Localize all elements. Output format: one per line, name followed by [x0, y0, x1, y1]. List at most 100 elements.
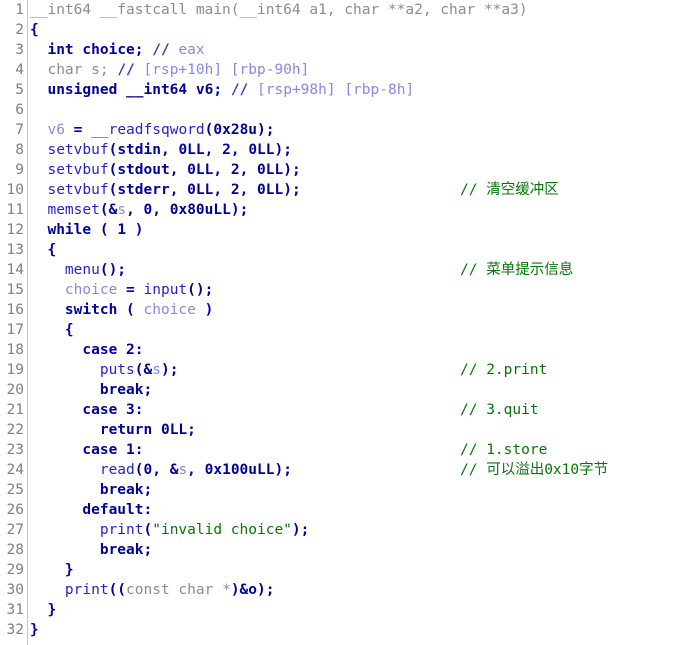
trailing-comment[interactable]: // 2.print [460, 360, 547, 380]
code-line[interactable]: 18 case 2: [0, 340, 685, 360]
code-text[interactable]: v6 = __readfsqword(0x28u); [26, 120, 274, 140]
code-line[interactable]: 19 puts(&s); // 2.print [0, 360, 685, 380]
code-line[interactable]: 4 char s; // [rsp+10h] [rbp-90h] [0, 60, 685, 80]
line-number: 20 [6, 382, 24, 398]
code-text[interactable]: setvbuf(stdin, 0LL, 2, 0LL); [26, 140, 292, 160]
code-text[interactable]: case 1: [26, 440, 143, 460]
code-text[interactable]: } [26, 620, 39, 640]
code-token: , [126, 202, 144, 218]
line-number: 17 [6, 322, 24, 338]
code-token: case [82, 342, 118, 358]
code-line[interactable]: 12 while ( 1 ) [0, 220, 685, 240]
code-text[interactable]: memset(&s, 0, 0x80uLL); [26, 200, 248, 220]
line-number: 16 [6, 302, 24, 318]
code-text[interactable]: } [26, 560, 74, 580]
code-text[interactable]: while ( 1 ) [26, 220, 143, 240]
code-line[interactable]: 3 int choice; // eax [0, 40, 685, 60]
code-line[interactable]: 16 switch ( choice ) [0, 300, 685, 320]
trailing-comment[interactable]: // 清空缓冲区 [460, 180, 559, 200]
code-token: ; [143, 482, 153, 498]
code-token: , [169, 182, 188, 198]
line-number: 5 [15, 82, 24, 98]
code-line[interactable]: 15 choice = input(); [0, 280, 685, 300]
code-text[interactable]: print((const char *)&o); [26, 580, 275, 600]
code-text[interactable]: switch ( choice ) [26, 300, 213, 320]
code-line[interactable]: 24 read(0, &s, 0x100uLL); // 可以溢出0x10字节 [0, 460, 685, 480]
code-token: // [152, 42, 170, 58]
trailing-comment[interactable]: // 菜单提示信息 [460, 260, 573, 280]
code-text[interactable]: } [26, 600, 56, 620]
code-token: __int64 __fastcall main(__int64 a1, char… [30, 2, 528, 18]
code-line[interactable]: 17 { [0, 320, 685, 340]
code-line[interactable]: 26 default: [0, 500, 685, 520]
code-token: , [204, 142, 223, 158]
code-line[interactable]: 28 break; [0, 540, 685, 560]
code-line[interactable]: 20 break; [0, 380, 685, 400]
code-text[interactable]: __int64 __fastcall main(__int64 a1, char… [26, 0, 528, 20]
code-token: (& [134, 362, 153, 378]
code-line[interactable]: 14 menu(); // 菜单提示信息 [0, 260, 685, 280]
code-text[interactable]: { [26, 240, 56, 260]
code-line[interactable]: 21 case 3: // 3.quit [0, 400, 685, 420]
code-line[interactable]: 11 memset(&s, 0, 0x80uLL); [0, 200, 685, 220]
code-text[interactable]: unsigned __int64 v6; // [rsp+98h] [rbp-8… [26, 80, 414, 100]
code-line[interactable]: 5 unsigned __int64 v6; // [rsp+98h] [rbp… [0, 80, 685, 100]
pseudocode-view[interactable]: 1 __int64 __fastcall main(__int64 a1, cha… [0, 0, 685, 645]
code-text[interactable]: break; [26, 480, 152, 500]
code-line[interactable]: 31 } [0, 600, 685, 620]
line-number: 28 [6, 542, 24, 558]
code-text[interactable]: break; [26, 540, 152, 560]
code-text[interactable]: read(0, &s, 0x100uLL); [26, 460, 292, 480]
code-text[interactable]: return 0LL; [26, 420, 196, 440]
line-number: 13 [6, 242, 24, 258]
code-token: s [117, 202, 127, 218]
code-text[interactable]: setvbuf(stdout, 0LL, 2, 0LL); [26, 160, 300, 180]
code-token: print [64, 582, 109, 598]
code-text[interactable]: char s; // [rsp+10h] [rbp-90h] [26, 60, 309, 80]
code-line[interactable]: 7 v6 = __readfsqword(0x28u); [0, 120, 685, 140]
code-line[interactable]: 22 return 0LL; [0, 420, 685, 440]
code-token: ; [187, 422, 196, 438]
code-line[interactable]: 27 print("invalid choice"); [0, 520, 685, 540]
code-text[interactable]: default: [26, 500, 152, 520]
code-line[interactable]: 29 } [0, 560, 685, 580]
code-line[interactable]: 30 print((const char *)&o); [0, 580, 685, 600]
code-text[interactable]: case 2: [26, 340, 143, 360]
code-line[interactable]: 2{ [0, 20, 685, 40]
code-token: 0LL [257, 162, 284, 178]
trailing-comment[interactable]: // 可以溢出0x10字节 [460, 460, 608, 480]
code-line[interactable]: 6 [0, 100, 685, 120]
trailing-comment[interactable]: // 1.store [460, 440, 547, 460]
code-token: ; [213, 82, 223, 98]
trailing-comment[interactable]: // 3.quit [460, 400, 539, 420]
code-text[interactable]: { [26, 20, 39, 40]
code-line[interactable]: 9 setvbuf(stdout, 0LL, 2, 0LL); [0, 160, 685, 180]
code-body[interactable]: 1 __int64 __fastcall main(__int64 a1, cha… [0, 0, 685, 640]
code-token: stderr [117, 182, 170, 198]
code-line[interactable]: 25 break; [0, 480, 685, 500]
code-line[interactable]: 1 __int64 __fastcall main(__int64 a1, cha… [0, 0, 685, 20]
code-text[interactable]: break; [26, 380, 152, 400]
code-text[interactable]: setvbuf(stderr, 0LL, 2, 0LL); [26, 180, 300, 200]
code-text[interactable]: choice = input(); [26, 280, 213, 300]
code-line[interactable]: 13 { [0, 240, 685, 260]
code-text[interactable]: { [26, 320, 74, 340]
code-line[interactable]: 32} [0, 620, 685, 640]
code-text[interactable]: menu(); [26, 260, 126, 280]
line-number: 21 [6, 402, 24, 418]
code-text[interactable]: print("invalid choice"); [26, 520, 310, 540]
code-line[interactable]: 8 setvbuf(stdin, 0LL, 2, 0LL); [0, 140, 685, 160]
code-line[interactable]: 10 setvbuf(stderr, 0LL, 2, 0LL); // 清空缓冲区 [0, 180, 685, 200]
code-token: ); [274, 142, 292, 158]
code-token: (& [99, 202, 118, 218]
code-token: choice [64, 282, 118, 298]
code-text[interactable]: case 3: [26, 400, 143, 420]
code-token: break [99, 482, 144, 498]
code-text[interactable]: puts(&s); [26, 360, 179, 380]
code-line[interactable]: 23 case 1: // 1.store [0, 440, 685, 460]
code-text[interactable]: int choice; // eax [26, 40, 204, 60]
